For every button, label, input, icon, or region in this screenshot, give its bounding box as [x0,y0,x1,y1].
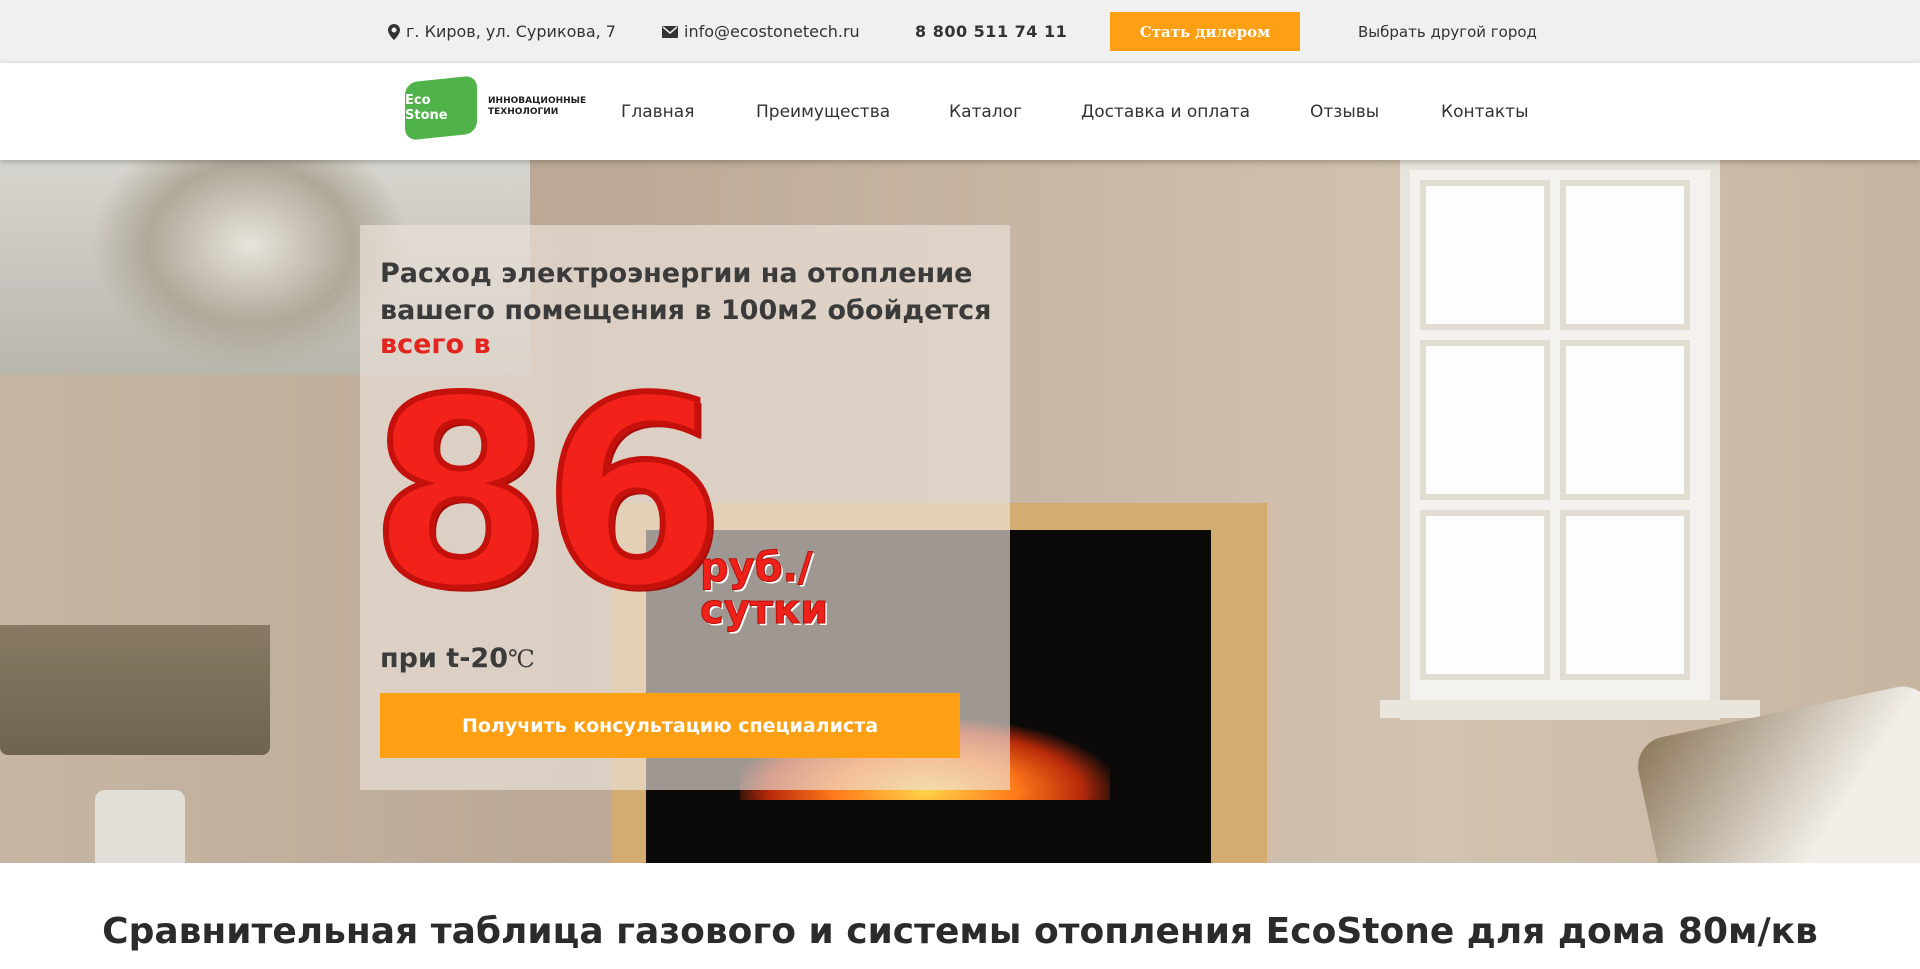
logo[interactable]: Eco Stone ИННОВАЦИОННЫЕ ТЕХНОЛОГИИ [405,75,587,141]
consultation-button[interactable]: Получить консультацию специалиста [380,693,960,758]
phone-number[interactable]: 8 800 511 74 11 [915,0,1067,63]
promo-box: Расход электроэнергии на отопление вашег… [360,225,1010,790]
map-pin-icon [388,23,400,40]
email-text: info@ecostonetech.ru [684,22,860,41]
comparison-section-title: Сравнительная таблица газового и системы… [102,911,1818,952]
nav-item-advantages[interactable]: Преимущества [756,63,890,160]
choose-city-link[interactable]: Выбрать другой город [1358,0,1537,63]
temperature-label: при t-20℃ [380,643,535,674]
lamp-base [95,790,185,863]
promo-text: Расход электроэнергии на отопление вашег… [380,258,992,326]
window-image [1400,160,1720,720]
lamp-shade [0,625,270,755]
address: г. Киров, ул. Сурикова, 7 [388,0,616,63]
price-number: 86 [367,344,727,646]
price-unit: руб./ сутки [699,545,829,633]
email-link[interactable]: info@ecostonetech.ru [662,0,860,63]
logo-badge: Eco Stone [405,75,477,141]
nav-item-contacts[interactable]: Контакты [1441,63,1529,160]
nav-item-reviews[interactable]: Отзывы [1310,63,1379,160]
top-bar: г. Киров, ул. Сурикова, 7 info@ecostonet… [0,0,1920,63]
site-header: Eco Stone ИННОВАЦИОННЫЕ ТЕХНОЛОГИИ Главн… [0,63,1920,160]
nav-item-catalog[interactable]: Каталог [949,63,1022,160]
envelope-icon [662,25,678,38]
logo-tagline: ИННОВАЦИОННЫЕ ТЕХНОЛОГИИ [488,96,587,117]
address-text: г. Киров, ул. Сурикова, 7 [406,22,616,41]
nav-item-delivery[interactable]: Доставка и оплата [1081,63,1250,160]
nav-item-home[interactable]: Главная [621,63,694,160]
window-sill [1380,700,1760,718]
become-dealer-button[interactable]: Стать дилером [1110,12,1300,51]
